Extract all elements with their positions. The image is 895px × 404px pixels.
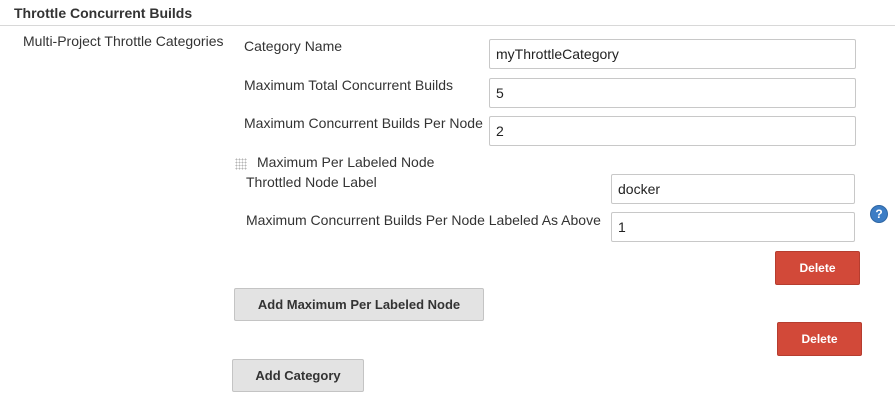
section-header: Throttle Concurrent Builds	[0, 0, 895, 26]
category-name-label: Category Name	[244, 38, 343, 54]
add-category-button[interactable]: Add Category	[232, 359, 364, 392]
throttled-node-label-label: Throttled Node Label	[246, 174, 377, 190]
throttled-node-label-input[interactable]	[611, 174, 855, 204]
drag-handle-icon[interactable]	[235, 158, 247, 170]
delete-category-button[interactable]: Delete	[777, 322, 862, 356]
section-title: Throttle Concurrent Builds	[14, 5, 193, 21]
max-concurrent-builds-per-node-label: Maximum Concurrent Builds Per Node	[244, 115, 483, 131]
multi-project-throttle-categories-label: Multi-Project Throttle Categories	[23, 33, 224, 49]
max-total-concurrent-builds-input[interactable]	[489, 78, 856, 108]
category-name-input[interactable]	[489, 39, 856, 69]
max-concurrent-builds-per-node-labeled-input[interactable]	[611, 212, 855, 242]
help-icon[interactable]: ?	[870, 205, 888, 223]
add-max-per-labeled-node-button[interactable]: Add Maximum Per Labeled Node	[234, 288, 484, 321]
max-concurrent-builds-per-node-labeled-label: Maximum Concurrent Builds Per Node Label…	[246, 212, 601, 228]
max-total-concurrent-builds-label: Maximum Total Concurrent Builds	[244, 77, 454, 93]
delete-labeled-node-button[interactable]: Delete	[775, 251, 860, 285]
max-per-labeled-node-heading: Maximum Per Labeled Node	[257, 154, 435, 170]
max-concurrent-builds-per-node-input[interactable]	[489, 116, 856, 146]
